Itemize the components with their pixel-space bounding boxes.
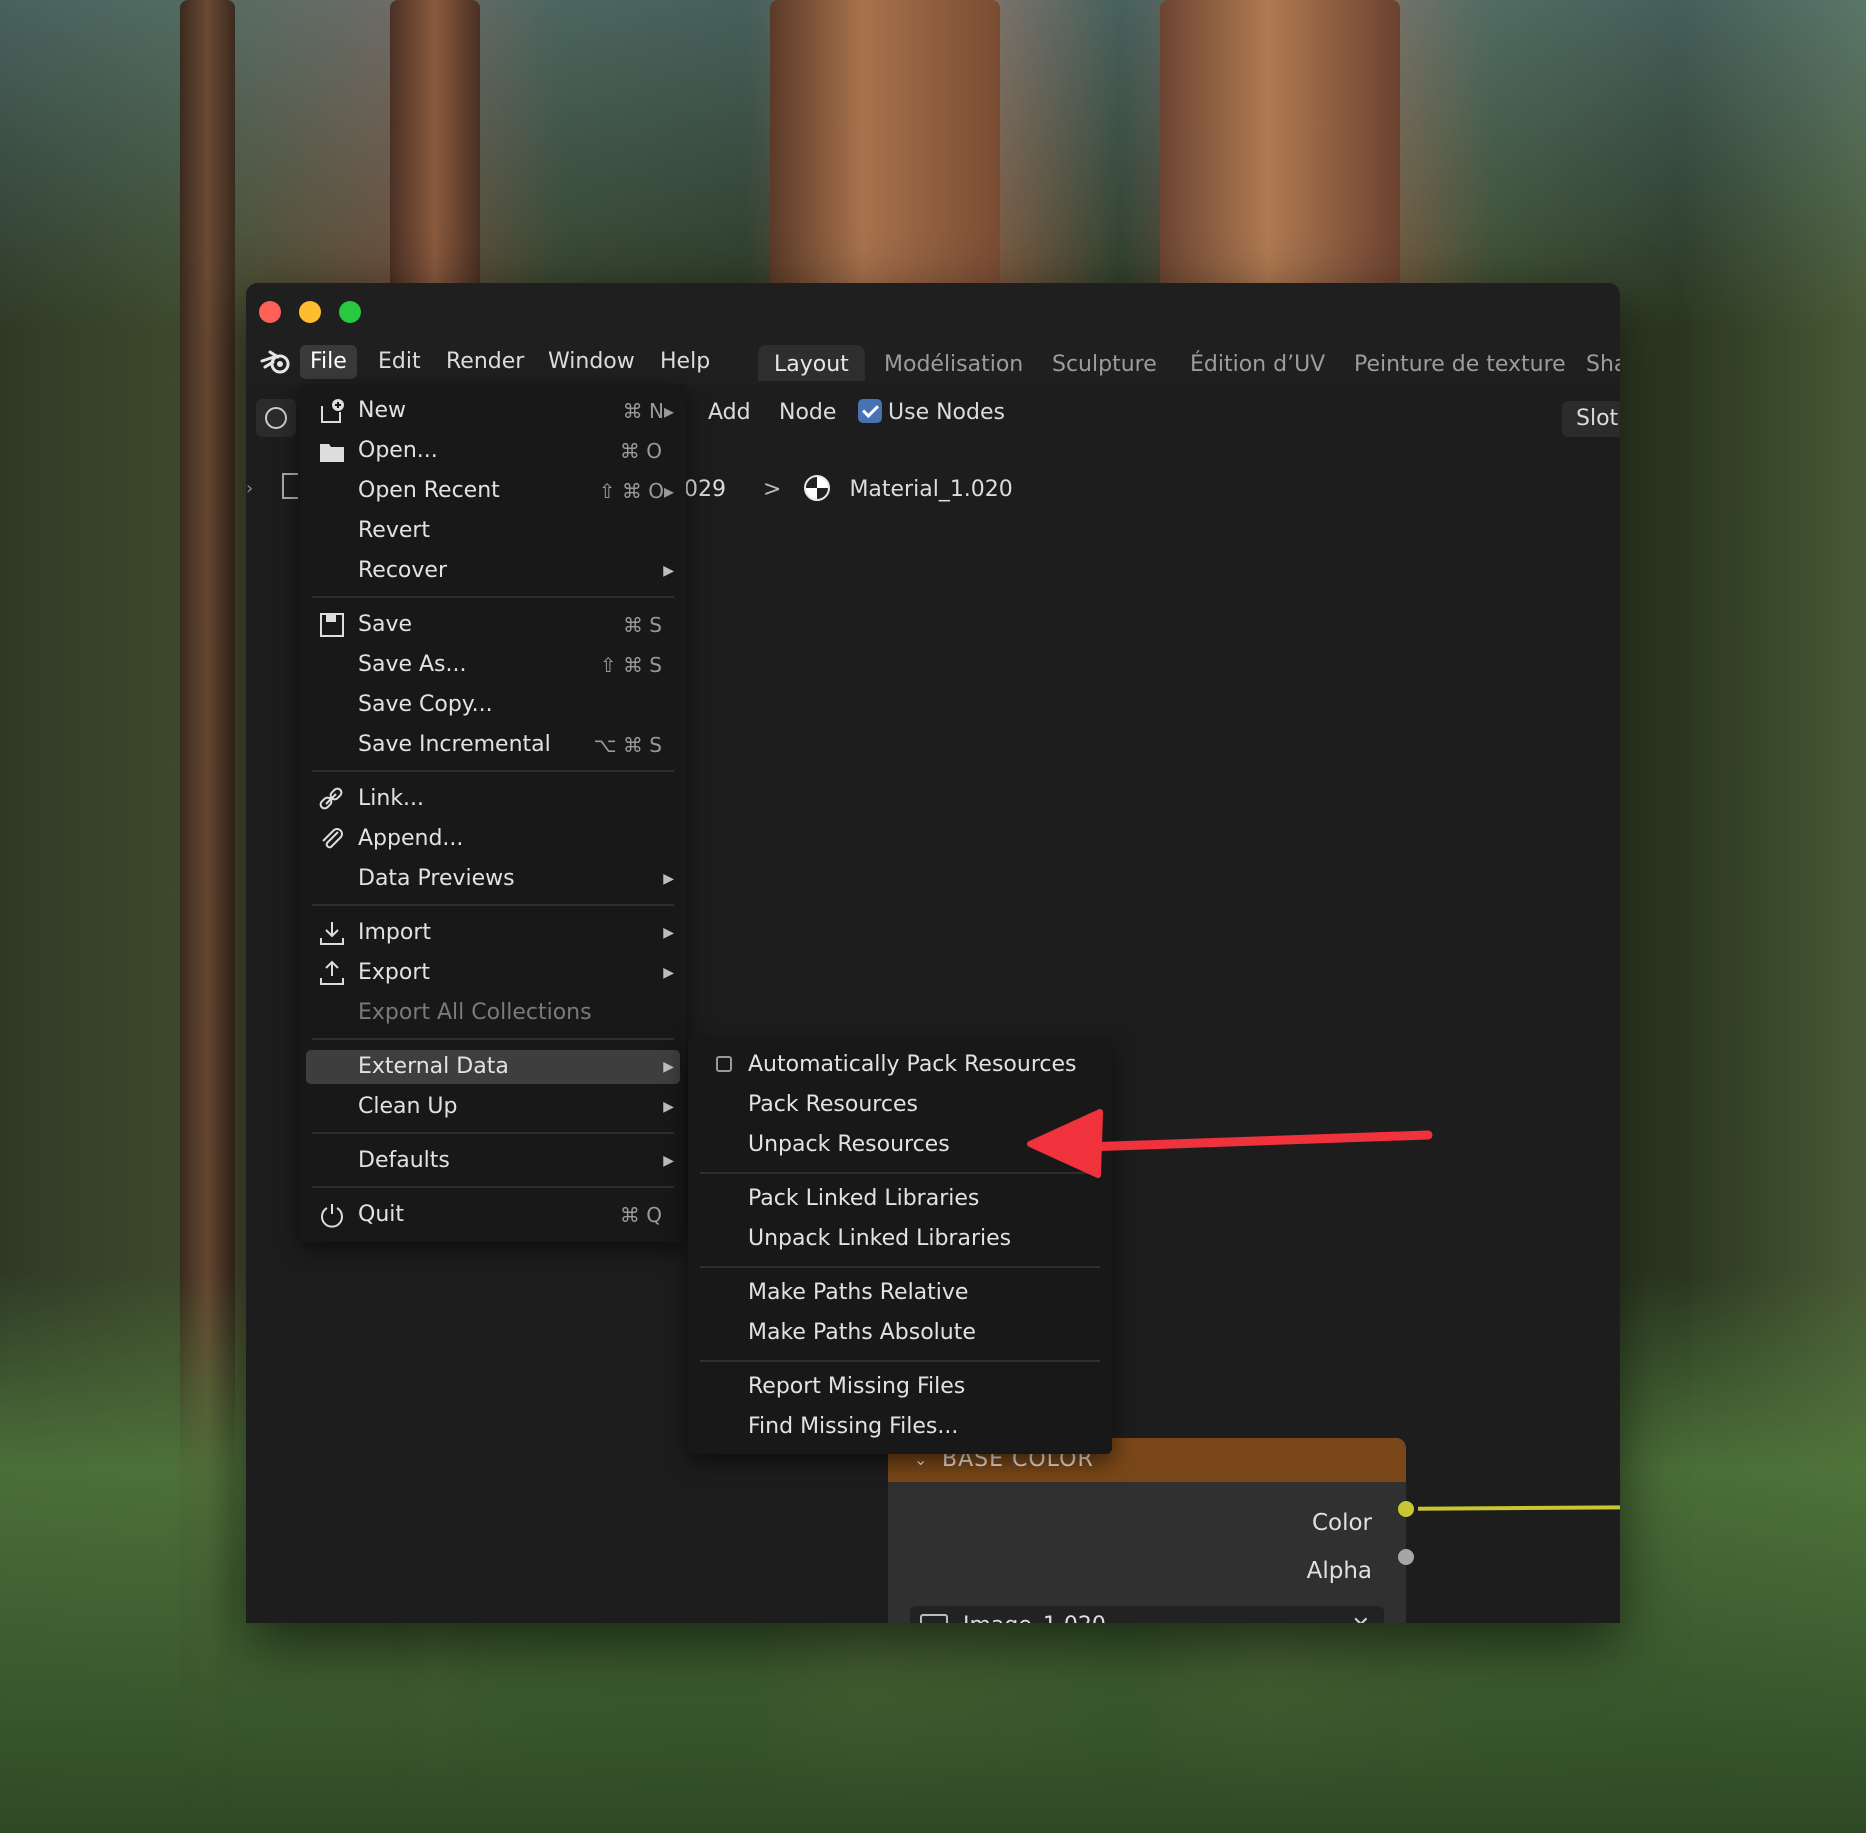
power-icon	[321, 1204, 343, 1228]
menu-render[interactable]: Render	[436, 345, 534, 379]
menu-item-unpack-linked-libraries[interactable]: Unpack Linked Libraries	[694, 1222, 1106, 1256]
submenu-arrow-icon: ▶	[663, 1059, 674, 1075]
menu-separator	[700, 1266, 1100, 1268]
menu-separator	[700, 1360, 1100, 1362]
use-nodes-label: Use Nodes	[888, 400, 1005, 425]
tab-peinture-texture[interactable]: Peinture de texture	[1338, 345, 1582, 381]
maximize-window-button[interactable]	[339, 301, 361, 323]
tab-sculpture[interactable]: Sculpture	[1036, 345, 1173, 381]
node-menu[interactable]: Node	[779, 397, 836, 429]
menu-item-export[interactable]: Export ▶	[306, 956, 680, 990]
tab-modelisation[interactable]: Modélisation	[868, 345, 1039, 381]
menu-item-pack-linked-libraries[interactable]: Pack Linked Libraries	[694, 1182, 1106, 1216]
breadcrumb-material[interactable]: Material_1.020	[849, 477, 1012, 502]
menu-separator	[312, 770, 674, 772]
breadcrumb: 029 > Material_1.020	[684, 475, 1013, 505]
menubar: File Edit Render Window Help Layout Modé…	[246, 339, 1620, 387]
image-selector[interactable]: Image_1.020 ✕	[910, 1606, 1384, 1623]
export-icon	[320, 960, 344, 985]
external-data-submenu: Automatically Pack Resources Pack Resour…	[688, 1038, 1112, 1454]
minimize-window-button[interactable]	[299, 301, 321, 323]
menu-separator	[312, 904, 674, 906]
auto-pack-checkbox[interactable]	[716, 1056, 732, 1072]
menu-item-save-incremental[interactable]: Save Incremental ⌥ ⌘ S	[306, 728, 680, 762]
menu-item-append[interactable]: Append...	[306, 822, 680, 856]
tab-layout[interactable]: Layout	[758, 345, 865, 381]
submenu-arrow-icon: ▶	[663, 563, 674, 579]
node-link	[1417, 1505, 1620, 1511]
menu-item-import[interactable]: Import ▶	[306, 916, 680, 950]
menu-separator	[312, 596, 674, 598]
menu-item-pack-resources[interactable]: Pack Resources	[694, 1088, 1106, 1122]
menu-item-find-missing-files[interactable]: Find Missing Files...	[694, 1410, 1106, 1444]
menu-item-make-paths-absolute[interactable]: Make Paths Absolute	[694, 1316, 1106, 1350]
editor-type-icon[interactable]	[256, 399, 296, 437]
menu-item-revert[interactable]: Revert	[306, 514, 680, 548]
close-window-button[interactable]	[259, 301, 281, 323]
blender-logo-icon[interactable]	[260, 347, 294, 377]
tab-edition-uv[interactable]: Édition d’UV	[1174, 345, 1341, 381]
menu-item-auto-pack-resources[interactable]: Automatically Pack Resources	[694, 1048, 1106, 1082]
tab-shading[interactable]: Sha	[1570, 345, 1620, 381]
alpha-output-label: Alpha	[1306, 1558, 1372, 1584]
menu-item-open[interactable]: Open... ⌘ O	[306, 434, 680, 468]
menu-item-save-as[interactable]: Save As... ⇧ ⌘ S	[306, 648, 680, 682]
link-icon	[319, 787, 343, 810]
menu-edit[interactable]: Edit	[368, 345, 431, 379]
breadcrumb-object[interactable]: 029	[684, 477, 726, 502]
new-file-icon	[321, 399, 344, 423]
submenu-arrow-icon: ▶	[663, 1153, 674, 1169]
alpha-socket[interactable]	[1398, 1549, 1414, 1565]
menu-separator	[312, 1038, 674, 1040]
menu-item-unpack-resources[interactable]: Unpack Resources	[694, 1128, 1106, 1162]
titlebar	[246, 283, 1620, 339]
menu-item-export-all-collections: Export All Collections	[358, 1000, 592, 1025]
menu-separator	[312, 1186, 674, 1188]
menu-item-link[interactable]: Link...	[306, 782, 680, 816]
import-icon	[320, 922, 344, 945]
menu-item-quit[interactable]: Quit ⌘ Q	[306, 1198, 680, 1232]
paperclip-icon	[322, 828, 343, 849]
image-name[interactable]: Image_1.020	[963, 1613, 1106, 1623]
toolbar-expand-icon[interactable]: ›	[246, 478, 253, 499]
menu-item-data-previews[interactable]: Data Previews ▶	[306, 862, 680, 896]
color-output-label: Color	[1311, 1510, 1372, 1536]
image-texture-node[interactable]: ⌄ BASE COLOR Color Alpha Image_1.020 ✕	[888, 1438, 1406, 1623]
menu-separator	[700, 1172, 1100, 1174]
menu-separator	[312, 1132, 674, 1134]
menu-item-make-paths-relative[interactable]: Make Paths Relative	[694, 1276, 1106, 1310]
submenu-arrow-icon: ▶	[663, 925, 674, 941]
file-menu: New ⌘ N▸ Open... ⌘ O Open Recent ⇧ ⌘ O▸ Rev…	[300, 384, 686, 1242]
image-icon[interactable]	[920, 1614, 948, 1623]
save-icon	[320, 613, 344, 637]
use-nodes-toggle[interactable]: Use Nodes	[858, 397, 1005, 429]
material-icon	[804, 475, 831, 501]
chevron-right-icon: >	[763, 477, 782, 502]
add-menu[interactable]: Add	[708, 397, 751, 429]
color-socket[interactable]	[1398, 1501, 1414, 1517]
unlink-icon[interactable]: ✕	[1352, 1606, 1370, 1623]
menu-item-clean-up[interactable]: Clean Up ▶	[306, 1090, 680, 1124]
menu-item-open-recent[interactable]: Open Recent ⇧ ⌘ O▸	[306, 474, 680, 508]
menu-help[interactable]: Help	[650, 345, 720, 379]
use-nodes-checkbox[interactable]	[858, 399, 882, 423]
folder-icon	[320, 444, 344, 462]
menu-item-save[interactable]: Save ⌘ S	[306, 608, 680, 642]
menu-item-external-data[interactable]: External Data ▶	[306, 1050, 680, 1084]
menu-window[interactable]: Window	[538, 345, 645, 379]
submenu-arrow-icon: ▶	[663, 965, 674, 981]
menu-item-defaults[interactable]: Defaults ▶	[306, 1144, 680, 1178]
menu-item-report-missing-files[interactable]: Report Missing Files	[694, 1370, 1106, 1404]
menu-item-save-copy[interactable]: Save Copy...	[306, 688, 680, 722]
slot-dropdown[interactable]: Slot	[1562, 401, 1620, 437]
menu-file[interactable]: File	[300, 345, 357, 379]
submenu-arrow-icon: ▶	[663, 1099, 674, 1115]
menu-item-recover[interactable]: Recover ▶	[306, 554, 680, 588]
frame-icon[interactable]	[282, 473, 298, 499]
menu-item-new[interactable]: New ⌘ N▸	[306, 394, 680, 428]
submenu-arrow-icon: ▶	[663, 871, 674, 887]
